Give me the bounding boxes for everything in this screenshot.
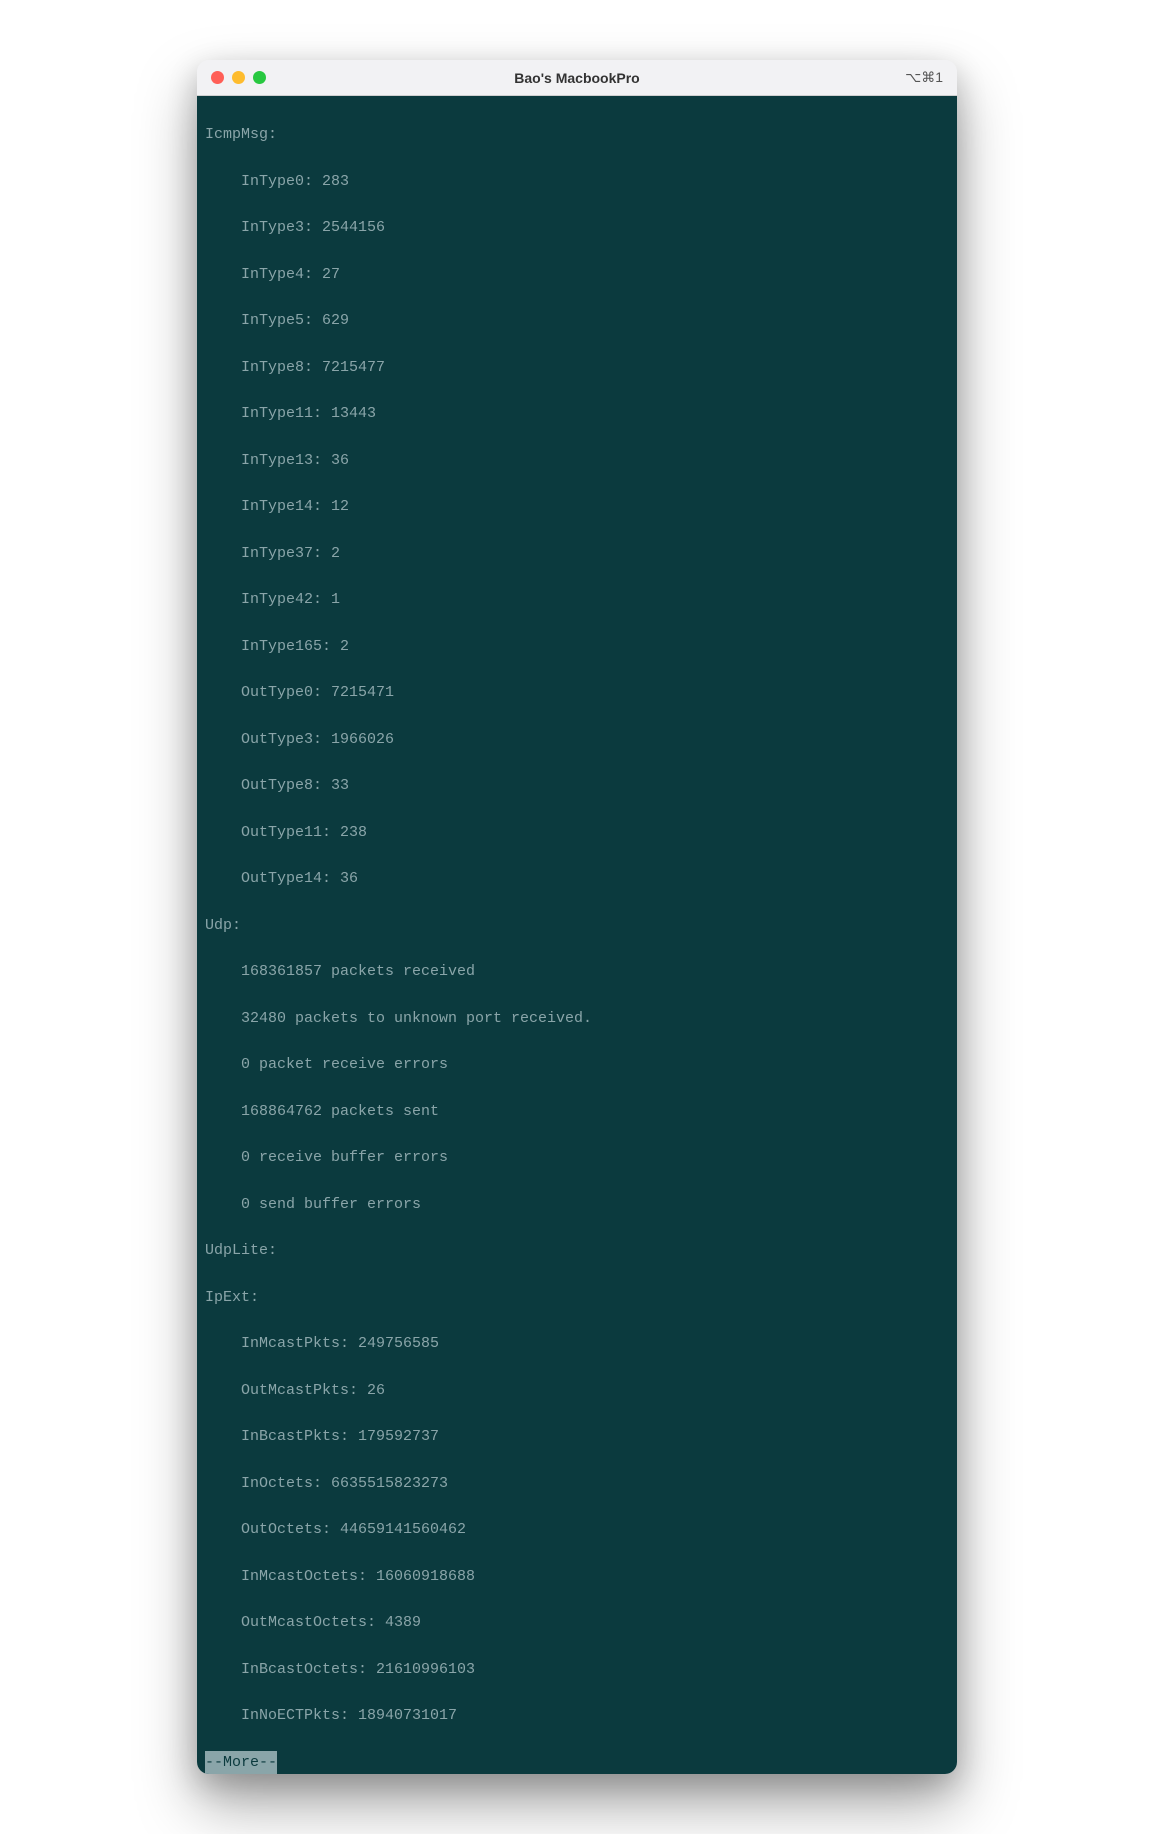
stat-line: InType8: 7215477 — [205, 356, 957, 379]
stat-line: OutOctets: 44659141560462 — [205, 1518, 957, 1541]
stat-line: InType4: 27 — [205, 263, 957, 286]
stat-line: InType165: 2 — [205, 635, 957, 658]
section-header-udplite: UdpLite: — [205, 1239, 957, 1262]
stat-line: InType3: 2544156 — [205, 216, 957, 239]
stat-line: InOctets: 6635515823273 — [205, 1472, 957, 1495]
stat-line: 0 packet receive errors — [205, 1053, 957, 1076]
stat-line: InBcastOctets: 21610996103 — [205, 1658, 957, 1681]
stat-line: OutType14: 36 — [205, 867, 957, 890]
section-header-ipext: IpExt: — [205, 1286, 957, 1309]
stat-line: InNoECTPkts: 18940731017 — [205, 1704, 957, 1727]
stat-line: InMcastPkts: 249756585 — [205, 1332, 957, 1355]
stat-line: 168361857 packets received — [205, 960, 957, 983]
pager-more[interactable]: --More-- — [205, 1751, 277, 1774]
stat-line: OutType3: 1966026 — [205, 728, 957, 751]
stat-line: OutMcastOctets: 4389 — [205, 1611, 957, 1634]
stat-line: InMcastOctets: 16060918688 — [205, 1565, 957, 1588]
traffic-lights — [211, 71, 266, 84]
stat-line: OutType8: 33 — [205, 774, 957, 797]
stat-line: InType14: 12 — [205, 495, 957, 518]
stat-line: 32480 packets to unknown port received. — [205, 1007, 957, 1030]
window-title: Bao's MacbookPro — [514, 70, 639, 86]
stat-line: InType13: 36 — [205, 449, 957, 472]
section-header-icmpmsg: IcmpMsg: — [205, 123, 957, 146]
stat-line: InType11: 13443 — [205, 402, 957, 425]
stat-line: OutMcastPkts: 26 — [205, 1379, 957, 1402]
pager-more-line[interactable]: --More-- — [205, 1754, 277, 1771]
section-header-udp: Udp: — [205, 914, 957, 937]
stat-line: 0 receive buffer errors — [205, 1146, 957, 1169]
stat-line: 0 send buffer errors — [205, 1193, 957, 1216]
stat-line: InType37: 2 — [205, 542, 957, 565]
terminal-window: Bao's MacbookPro ⌥⌘1 IcmpMsg: InType0: 2… — [197, 60, 957, 1774]
stat-line: OutType11: 238 — [205, 821, 957, 844]
stat-line: InType0: 283 — [205, 170, 957, 193]
stat-line: 168864762 packets sent — [205, 1100, 957, 1123]
close-icon[interactable] — [211, 71, 224, 84]
maximize-icon[interactable] — [253, 71, 266, 84]
minimize-icon[interactable] — [232, 71, 245, 84]
stat-line: InType5: 629 — [205, 309, 957, 332]
stat-line: InBcastPkts: 179592737 — [205, 1425, 957, 1448]
titlebar[interactable]: Bao's MacbookPro ⌥⌘1 — [197, 60, 957, 96]
stat-line: InType42: 1 — [205, 588, 957, 611]
window-shortcut: ⌥⌘1 — [905, 69, 943, 86]
stat-line: OutType0: 7215471 — [205, 681, 957, 704]
terminal-output[interactable]: IcmpMsg: InType0: 283 InType3: 2544156 I… — [197, 96, 957, 1774]
